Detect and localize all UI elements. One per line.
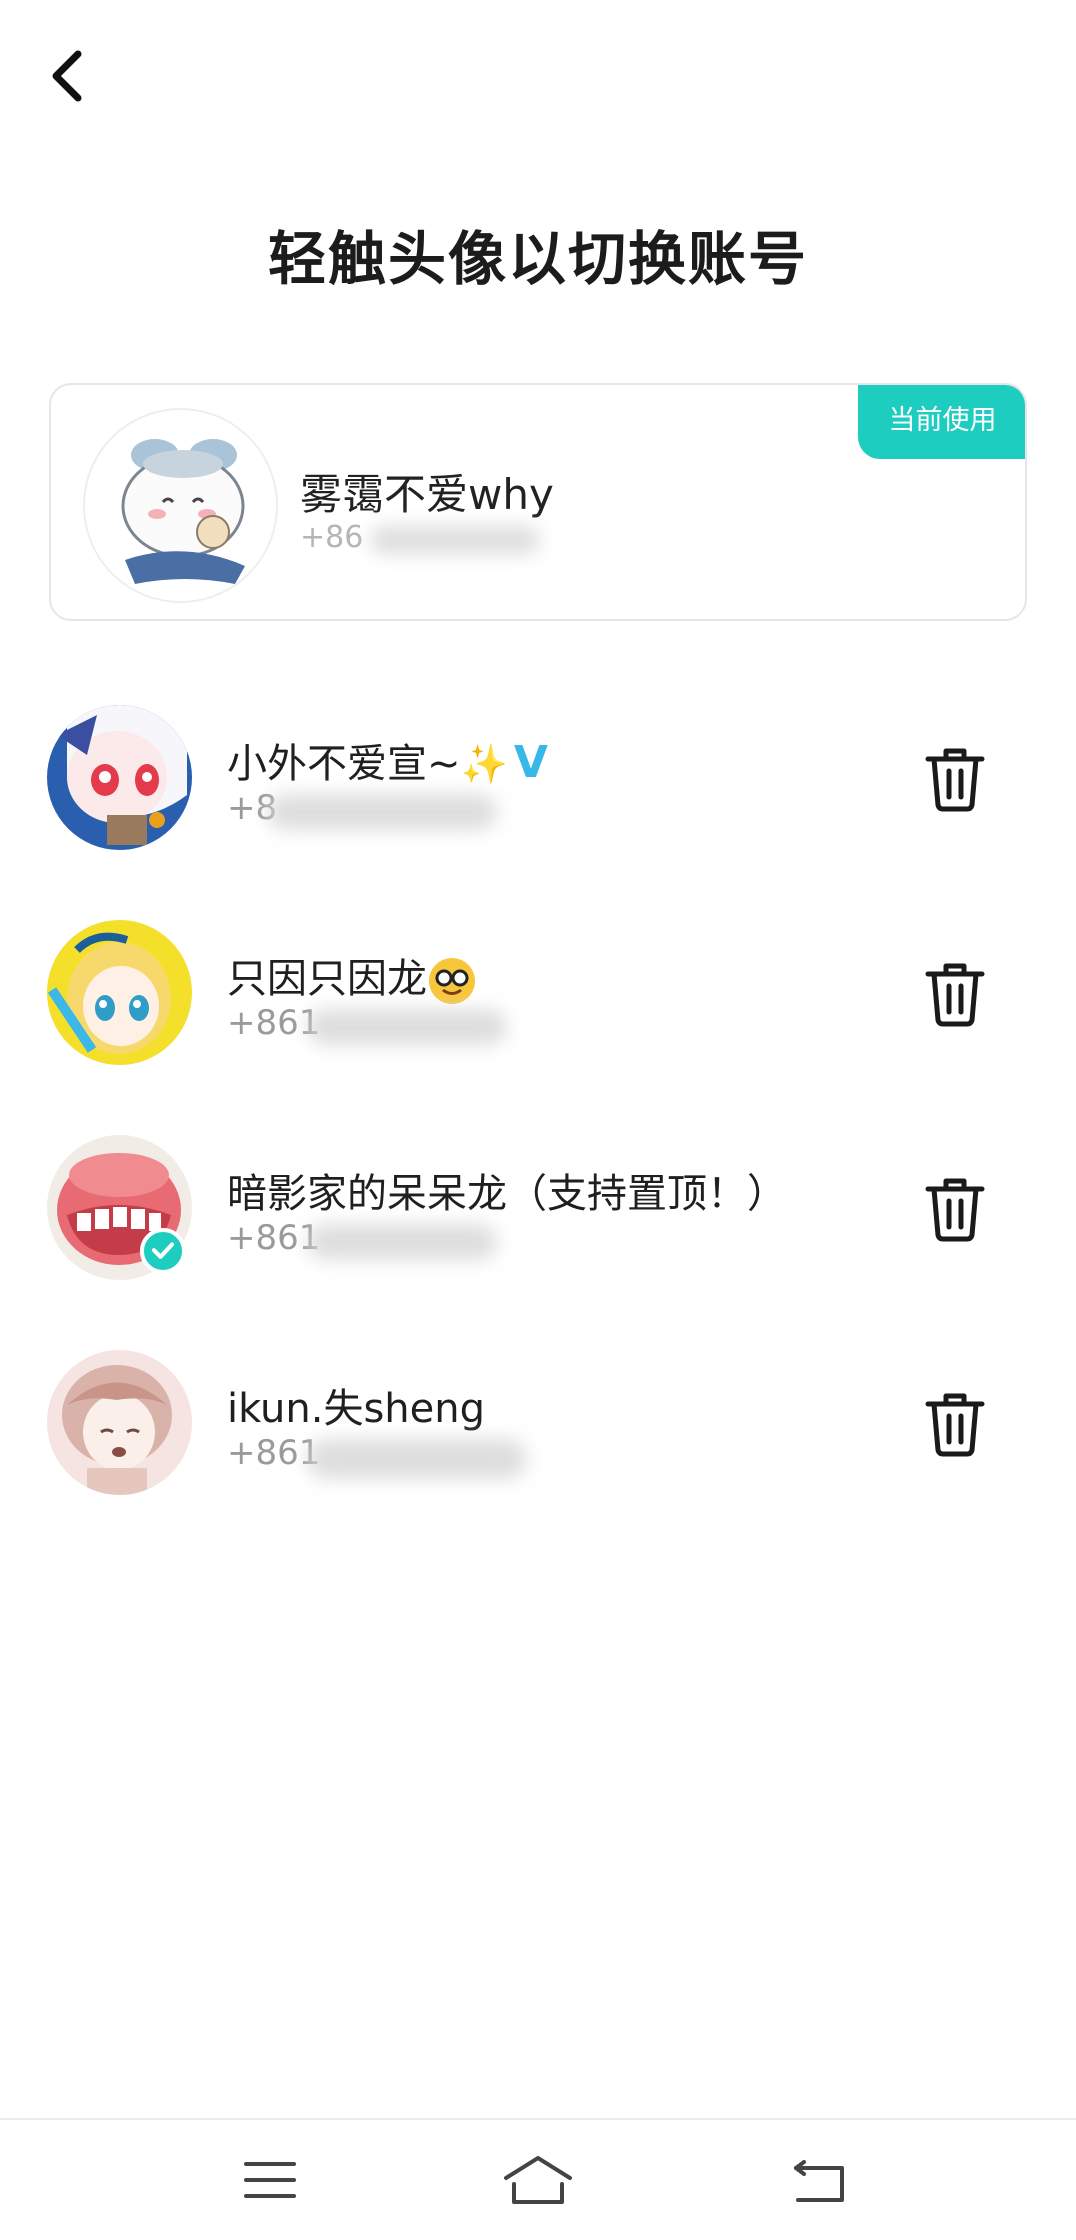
avatar[interactable] — [47, 920, 192, 1065]
delete-button[interactable] — [922, 958, 988, 1028]
home-icon — [504, 2156, 572, 2204]
trash-icon — [925, 963, 985, 1027]
trash-icon — [925, 748, 985, 812]
menu-icon — [244, 2162, 296, 2198]
nerd-face-emoji — [429, 958, 475, 1004]
current-account-name: 雾霭不爱why — [300, 470, 554, 519]
avatar[interactable] — [47, 1350, 192, 1495]
back-button[interactable] — [40, 40, 100, 112]
page-title: 轻触头像以切换账号 — [267, 225, 808, 293]
account-name: 只因只因龙 — [227, 946, 475, 1004]
trash-icon — [925, 1178, 985, 1242]
system-nav-bar — [0, 2118, 1076, 2240]
nav-home-button[interactable] — [502, 2144, 574, 2216]
delete-button[interactable] — [922, 1388, 988, 1458]
avatar[interactable] — [83, 408, 278, 603]
current-account-phone: +86 — [300, 520, 540, 555]
verified-v-icon: V — [513, 737, 548, 788]
sparkle-emoji: ✨ — [460, 742, 508, 786]
nav-back-button[interactable] — [784, 2144, 856, 2216]
list-item[interactable]: ikun.失sheng +861 — [0, 1350, 1076, 1500]
current-badge: 当前使用 — [858, 385, 1025, 459]
account-phone: +861 — [227, 1433, 527, 1479]
account-name: 暗影家的呆呆龙（支持置顶！） — [227, 1171, 787, 1217]
list-item[interactable]: 只因只因龙 +861 — [0, 920, 1076, 1070]
avatar[interactable] — [47, 705, 192, 850]
account-phone: +861 — [227, 1003, 507, 1045]
return-icon — [794, 2160, 844, 2202]
chevron-left-icon — [52, 50, 82, 102]
current-account-card[interactable]: 当前使用 雾霭不爱why +86 — [49, 383, 1027, 621]
account-phone: +861 — [227, 1218, 497, 1260]
trash-icon — [925, 1393, 985, 1457]
delete-button[interactable] — [922, 1173, 988, 1243]
account-phone: +8 — [227, 788, 497, 830]
verified-badge-icon — [140, 1228, 186, 1274]
account-name: 小外不爱宣~✨ V — [227, 737, 548, 788]
account-name: ikun.失sheng — [227, 1386, 486, 1432]
list-item[interactable]: 小外不爱宣~✨ V +8 — [0, 705, 1076, 855]
nav-menu-button[interactable] — [234, 2144, 306, 2216]
delete-button[interactable] — [922, 743, 988, 813]
